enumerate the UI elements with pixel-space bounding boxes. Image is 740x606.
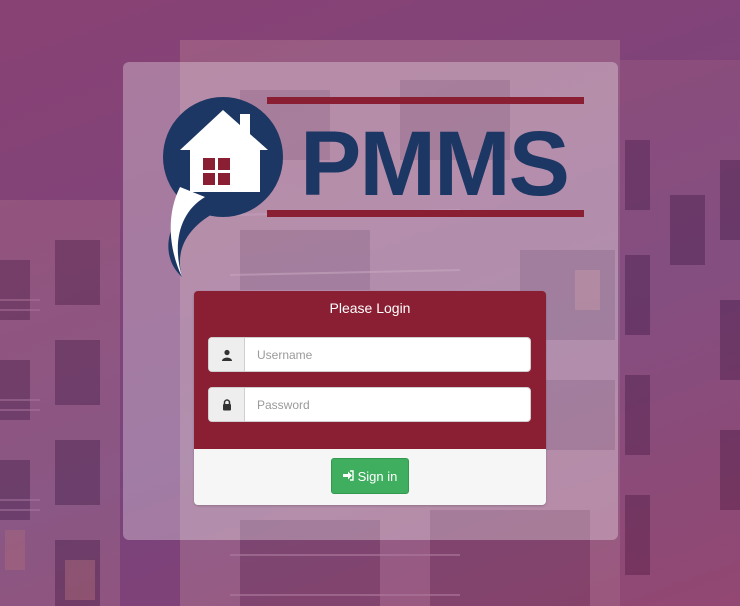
login-header: Please Login (194, 291, 546, 449)
lock-icon (209, 388, 245, 421)
login-form: Please Login Username Sign in (194, 291, 546, 505)
login-title: Please Login (329, 300, 411, 316)
password-input[interactable] (245, 388, 530, 421)
login-footer: Sign in (194, 449, 546, 505)
username-input[interactable] (245, 338, 530, 371)
sign-in-button[interactable]: Sign in (331, 458, 409, 494)
sign-in-icon (342, 469, 354, 484)
username-input-group (208, 337, 531, 372)
pmms-logo: PMMS (160, 92, 590, 282)
user-icon (209, 338, 245, 371)
sign-in-label: Sign in (357, 468, 398, 484)
svg-text:PMMS: PMMS (300, 113, 568, 215)
password-input-group (208, 387, 531, 422)
